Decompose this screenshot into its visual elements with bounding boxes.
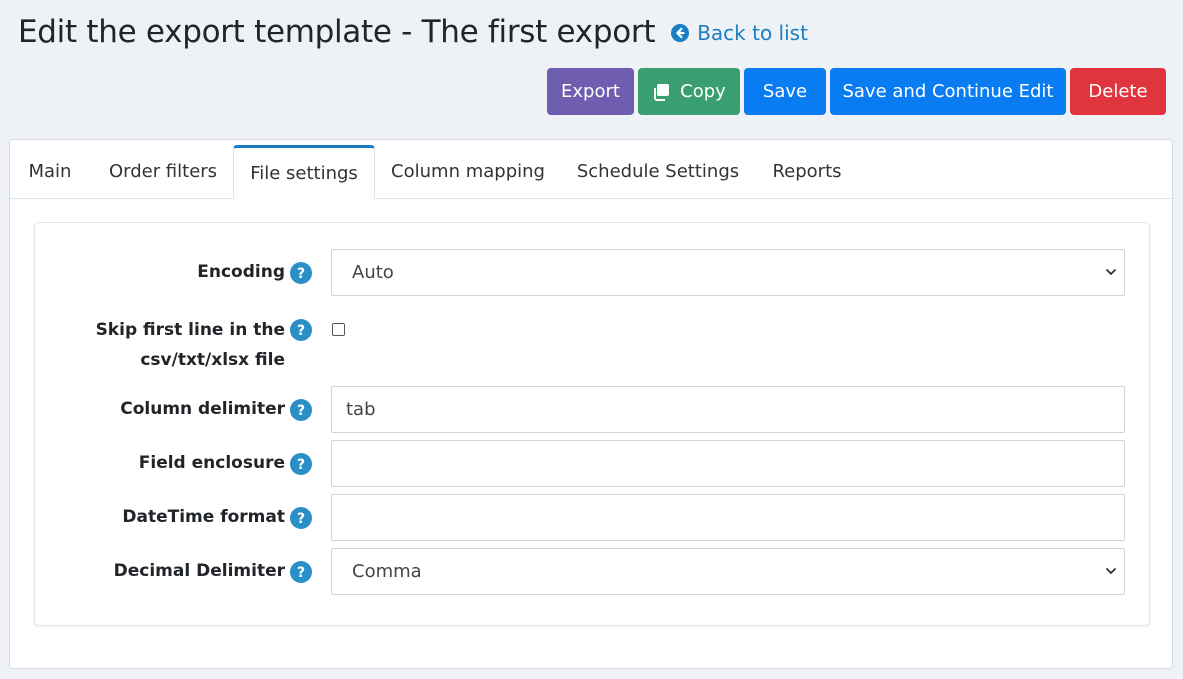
tab-file-settings[interactable]: File settings (233, 145, 375, 199)
decimal-delimiter-select[interactable]: Comma (331, 548, 1125, 595)
svg-text:?: ? (297, 266, 305, 282)
svg-text:?: ? (297, 457, 305, 473)
back-to-list-label: Back to list (697, 21, 808, 45)
page-title: Edit the export template - The first exp… (18, 14, 656, 50)
question-circle-icon[interactable]: ? (290, 262, 312, 284)
tab-column-mapping[interactable]: Column mapping (377, 145, 559, 198)
toolbar: Export Copy Save Save and Continue Edit … (547, 68, 1166, 115)
tab-order-filters[interactable]: Order filters (92, 145, 234, 198)
field-enclosure-input[interactable] (331, 440, 1125, 487)
chevron-down-icon (1106, 269, 1116, 276)
column-delimiter-input[interactable]: tab (331, 386, 1125, 433)
decimal-delimiter-value: Comma (352, 561, 422, 582)
question-circle-icon[interactable]: ? (290, 507, 312, 529)
save-button[interactable]: Save (744, 68, 826, 115)
skip-first-line-label-2: csv/txt/xlsx file (140, 350, 285, 370)
file-settings-panel: Encoding ? Auto Skip first line in the c… (34, 222, 1150, 626)
export-button[interactable]: Export (547, 68, 634, 115)
svg-text:?: ? (297, 565, 305, 581)
svg-text:?: ? (297, 403, 305, 419)
skip-first-line-label-1: Skip first line in the (95, 320, 285, 340)
encoding-value: Auto (352, 262, 394, 283)
delete-button[interactable]: Delete (1070, 68, 1166, 115)
decimal-delimiter-label: Decimal Delimiter (113, 561, 285, 581)
encoding-select[interactable]: Auto (331, 249, 1125, 296)
tab-main[interactable]: Main (10, 145, 90, 198)
datetime-format-input[interactable] (331, 494, 1125, 541)
column-delimiter-label: Column delimiter (120, 399, 285, 419)
encoding-label: Encoding (197, 262, 285, 282)
svg-text:?: ? (297, 323, 305, 339)
save-and-continue-button[interactable]: Save and Continue Edit (830, 68, 1066, 115)
tab-bar: Main Order filters File settings Column … (10, 140, 1172, 199)
arrow-circle-left-icon (671, 24, 690, 42)
copy-button[interactable]: Copy (638, 68, 740, 115)
page-header: Edit the export template - The first exp… (18, 14, 808, 50)
chevron-down-icon (1106, 568, 1116, 575)
field-enclosure-label: Field enclosure (138, 453, 285, 473)
copy-button-label: Copy (680, 81, 726, 102)
datetime-format-label: DateTime format (122, 507, 285, 527)
tab-schedule-settings[interactable]: Schedule Settings (561, 145, 755, 198)
tab-reports[interactable]: Reports (757, 145, 857, 198)
copy-icon (654, 83, 670, 101)
skip-first-line-checkbox[interactable] (332, 323, 345, 336)
svg-text:?: ? (297, 511, 305, 527)
question-circle-icon[interactable]: ? (290, 453, 312, 475)
column-delimiter-value: tab (346, 399, 376, 420)
back-to-list-link[interactable]: Back to list (671, 21, 808, 45)
edit-card: Main Order filters File settings Column … (9, 139, 1173, 669)
question-circle-icon[interactable]: ? (290, 319, 312, 341)
question-circle-icon[interactable]: ? (290, 399, 312, 421)
question-circle-icon[interactable]: ? (290, 561, 312, 583)
